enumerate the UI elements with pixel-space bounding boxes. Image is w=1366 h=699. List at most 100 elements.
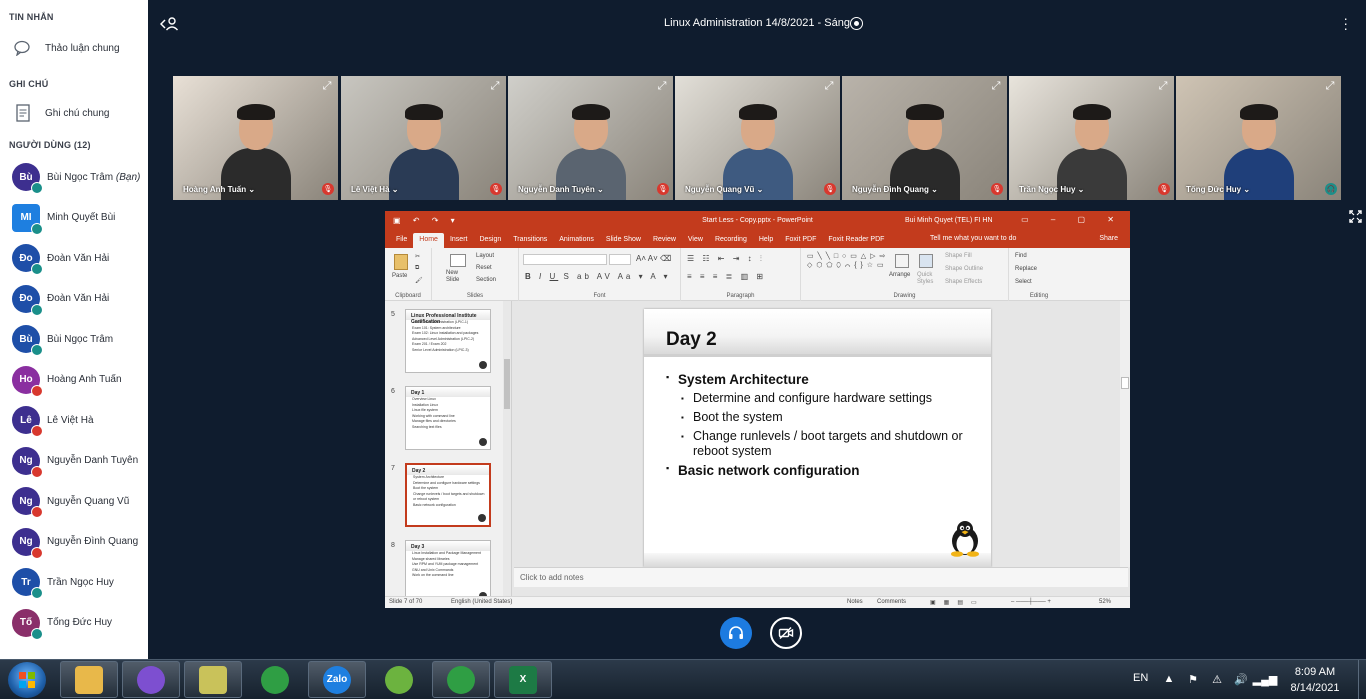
arrange-button[interactable]: Arrange [889,272,910,278]
expand-video-icon[interactable]: ⤢ [989,79,1003,93]
layout-button[interactable]: Layout [476,253,494,259]
user-list-item[interactable]: Tr Trần Ngọc Huy [0,562,148,602]
input-language[interactable]: EN [1133,672,1148,684]
align-buttons[interactable]: ≡ ≡ ≡ ≣ ▥ ⊞ [687,272,766,281]
ribbon-tab[interactable]: Home [413,233,444,248]
user-list-item[interactable]: Đo Đoàn Văn Hải [0,238,148,278]
slide-thumbnail[interactable]: Linux Professional Institute Certificati… [405,309,491,373]
slide-scroll-thumb[interactable] [1121,377,1129,389]
share-button[interactable]: Share [1099,235,1118,242]
taskbar-app-button[interactable]: X [494,661,552,698]
expand-video-icon[interactable]: ⤢ [320,79,334,93]
more-options-icon[interactable]: · · · [1343,11,1348,35]
taskbar-app-button[interactable] [60,661,118,698]
copy-icon[interactable]: ⧉ [415,265,419,272]
ribbon-tab[interactable]: File [390,233,413,248]
ribbon-tab[interactable]: Design [473,233,507,248]
video-tile[interactable]: ⤢ Trần Ngọc Huy ⌄ 🎙 [1009,76,1174,200]
view-buttons[interactable]: ▣▦▤▭ [930,599,985,606]
ribbon-tab[interactable]: Help [753,233,779,248]
user-list-item[interactable]: Ho Hoàng Anh Tuấn [0,360,148,400]
video-tile[interactable]: ⤢ Nguyễn Đình Quang ⌄ 🎙 [842,76,1007,200]
shapes-gallery[interactable]: ▭ ╲ ╲ □ ○ ▭ △ ▷ ⇨ ◇ ⬡ ⬠ ⬯ ⌒ { } ☆ ▭ [807,252,887,270]
group-chat-item[interactable]: Thảo luận chung [0,28,148,68]
user-list-item[interactable]: Đo Đoàn Văn Hải [0,279,148,319]
action-center-icon[interactable]: ⚠ [1210,672,1224,686]
shape-effects-button[interactable]: Shape Effects [945,279,982,285]
paste-button[interactable]: Paste [392,273,407,279]
volume-icon[interactable]: 🔊 [1234,672,1248,686]
language-indicator[interactable]: English (United States) [451,599,512,605]
font-size-icons[interactable]: A˄ A˅ ⌫ [636,254,671,263]
ribbon-tab[interactable]: Recording [709,233,753,248]
participant-name[interactable]: Tống Đức Huy ⌄ [1186,185,1250,194]
fullscreen-icon[interactable] [1349,210,1362,226]
user-list-item[interactable]: MI Minh Quyết Bùi [0,198,148,238]
tell-me-search[interactable]: Tell me what you want to do [930,235,1016,242]
user-list-item[interactable]: Bù Bùi Ngọc Trâm [0,319,148,359]
show-hidden-icons-icon[interactable]: ▲ [1162,672,1176,686]
show-desktop-button[interactable] [1358,660,1366,699]
user-list-item[interactable]: Ng Nguyễn Quang Vũ [0,481,148,521]
format-painter-icon[interactable]: 🖌 [415,277,423,284]
participant-name[interactable]: Lê Việt Hà ⌄ [351,185,398,194]
slide-thumbnail[interactable]: Day 1 Overview Linux Installation Linux Lin… [405,386,491,450]
expand-video-icon[interactable]: ⤢ [655,79,669,93]
taskbar-app-button[interactable] [184,661,242,698]
clock-time[interactable]: 8:09 AM [1280,666,1350,678]
taskbar-app-button[interactable] [122,661,180,698]
notes-pane[interactable]: Click to add notes [514,567,1128,587]
shape-outline-button[interactable]: Shape Outline [945,266,983,272]
font-size-select[interactable] [609,254,631,265]
current-slide[interactable]: Day 2 System Architecture Determine and c… [644,309,991,567]
participant-name[interactable]: Nguyễn Quang Vũ ⌄ [685,185,763,194]
slide-thumbnail[interactable]: Day 2 System Architecture Determine and co… [405,463,491,527]
cut-icon[interactable]: ✂ [415,253,420,260]
camera-toggle-button[interactable] [770,617,802,649]
ribbon-tab[interactable]: Transitions [507,233,553,248]
font-name-select[interactable] [523,254,607,265]
video-tile[interactable]: ⤢ Nguyễn Danh Tuyên ⌄ 🎙 [508,76,673,200]
ribbon-tab[interactable]: Foxit PDF [779,233,822,248]
list-buttons[interactable]: ☰ ☷ ⇤ ⇥ ↕ ⫶ [687,254,765,264]
participant-name[interactable]: Nguyễn Đình Quang ⌄ [852,185,938,194]
audio-toggle-button[interactable] [720,617,752,649]
slide-scrollbar[interactable] [1120,301,1130,567]
section-button[interactable]: Section [476,277,496,283]
slide-thumbnail[interactable]: Day 3 Linux Installation and Package Mana… [405,540,491,596]
participant-name[interactable]: Trần Ngọc Huy ⌄ [1019,185,1084,194]
expand-video-icon[interactable]: ⤢ [822,79,836,93]
select-button[interactable]: Select [1015,279,1032,285]
clock-date[interactable]: 8/14/2021 [1280,682,1350,694]
taskbar-app-button[interactable] [246,661,304,698]
network-warning-icon[interactable]: ⚑ [1186,672,1200,686]
find-button[interactable]: Find [1015,253,1027,259]
taskbar-app-button[interactable]: Zalo [308,661,366,698]
thumbnail-scroll-thumb[interactable] [504,359,510,409]
ribbon-tab[interactable]: Insert [444,233,474,248]
new-slide-button[interactable]: New Slide [446,270,470,284]
start-button[interactable] [8,662,46,698]
thumbnail-scrollbar[interactable] [503,301,511,596]
participant-name[interactable]: Nguyễn Danh Tuyên ⌄ [518,185,604,194]
shape-fill-button[interactable]: Shape Fill [945,253,972,259]
video-tile[interactable]: ⤢ Lê Việt Hà ⌄ 🎙 [341,76,506,200]
ribbon-tab[interactable]: Slide Show [600,233,647,248]
user-list-item[interactable]: Ng Nguyễn Danh Tuyên [0,441,148,481]
wifi-signal-icon[interactable]: ▂▄▆ [1253,672,1278,686]
video-tile[interactable]: ⤢ Nguyễn Quang Vũ ⌄ 🎙 [675,76,840,200]
expand-video-icon[interactable]: ⤢ [1156,79,1170,93]
video-tile[interactable]: ⤢ Tống Đức Huy ⌄ 🎧 [1176,76,1341,200]
taskbar-app-button[interactable] [432,661,490,698]
window-controls[interactable]: ▭ – ▢ ✕ [1021,215,1124,224]
taskbar-app-button[interactable] [370,661,428,698]
expand-video-icon[interactable]: ⤢ [1323,79,1337,93]
comments-toggle[interactable]: Comments [877,599,906,605]
user-list-item[interactable]: Lê Lê Việt Hà [0,400,148,440]
user-list-item[interactable]: Ng Nguyễn Đình Quang [0,522,148,562]
ribbon-tab[interactable]: Review [647,233,682,248]
record-icon[interactable] [850,17,863,30]
ribbon-tab[interactable]: Animations [553,233,600,248]
expand-video-icon[interactable]: ⤢ [488,79,502,93]
shared-notes-item[interactable]: Ghi chú chung [0,93,148,133]
